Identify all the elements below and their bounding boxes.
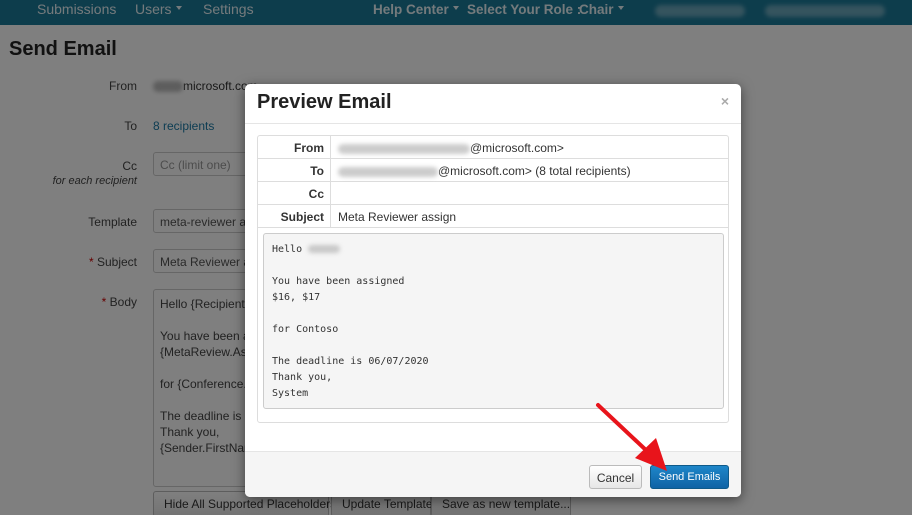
preview-email-modal: Preview Email × From @microsoft.com> To … xyxy=(245,84,741,497)
preview-subject-label: Subject xyxy=(258,205,331,227)
preview-from-domain: @microsoft.com> xyxy=(470,141,564,155)
cancel-button[interactable]: Cancel xyxy=(589,465,642,489)
body-line-thanks: Thank you, xyxy=(272,372,333,383)
body-line-conference: for Contoso xyxy=(272,324,339,335)
preview-from-value: @microsoft.com> xyxy=(338,141,564,155)
body-line-assignments: $16, $17 xyxy=(272,292,321,303)
blurred-from-address xyxy=(338,143,470,154)
preview-to-label: To xyxy=(258,159,331,181)
body-line-deadline: The deadline is 06/07/2020 xyxy=(272,356,429,367)
modal-title: Preview Email xyxy=(257,91,392,113)
preview-subject-value: Meta Reviewer assign xyxy=(338,210,457,224)
body-greeting: Hello xyxy=(272,244,303,255)
preview-from-label: From xyxy=(258,136,331,158)
send-emails-button[interactable]: Send Emails xyxy=(650,465,729,489)
header-row-cc: Cc xyxy=(258,182,728,205)
modal-footer: Cancel Send Emails xyxy=(245,451,741,497)
blurred-to-address xyxy=(338,166,438,177)
blurred-recipient-name xyxy=(308,245,341,253)
header-row-from: From @microsoft.com> xyxy=(258,136,728,159)
preview-to-value: @microsoft.com> (8 total recipients) xyxy=(338,164,631,178)
close-icon[interactable]: × xyxy=(721,93,729,109)
email-preview-box: From @microsoft.com> To @microsoft.com> … xyxy=(257,135,729,423)
modal-header: Preview Email × xyxy=(245,84,741,124)
body-line-signature: System xyxy=(272,388,309,399)
body-line-assigned: You have been assigned xyxy=(272,276,405,287)
preview-to-text: @microsoft.com> (8 total recipients) xyxy=(438,164,631,178)
header-row-subject: Subject Meta Reviewer assign xyxy=(258,205,728,228)
preview-cc-label: Cc xyxy=(258,182,331,204)
header-row-to: To @microsoft.com> (8 total recipients) xyxy=(258,159,728,182)
email-body-preview: Hello You have been assigned $16, $17 fo… xyxy=(263,233,724,409)
